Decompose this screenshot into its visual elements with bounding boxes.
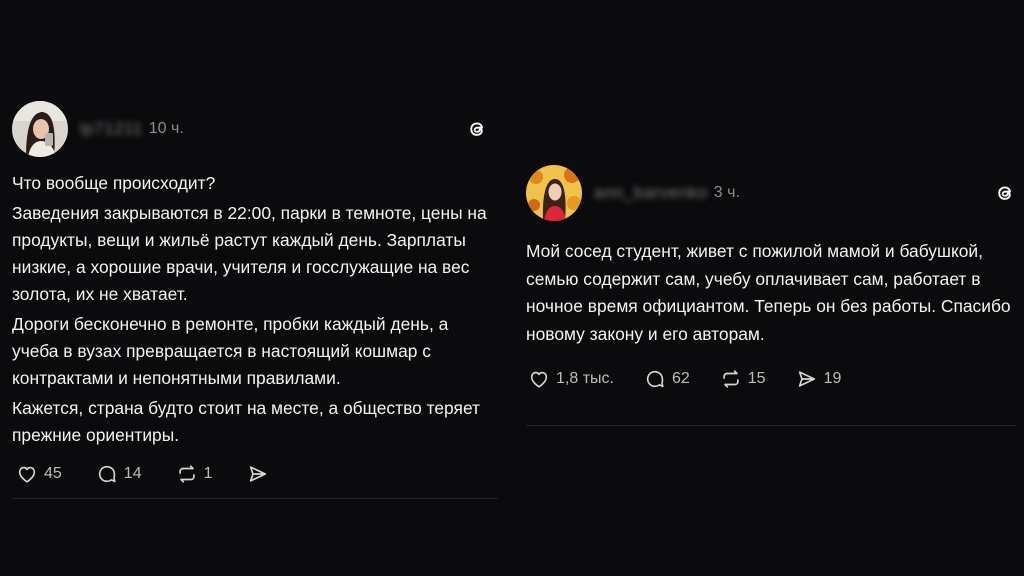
post-divider <box>12 498 498 499</box>
repost-icon <box>723 370 739 388</box>
post-paragraph: Дороги бесконечно в ремонте, пробки кажд… <box>12 314 449 388</box>
threads-logo-icon <box>470 122 484 136</box>
post-header: lp71211 10 ч. <box>12 100 498 158</box>
like-button[interactable]: 45 <box>16 463 62 485</box>
comment-button[interactable]: 14 <box>96 463 142 485</box>
post-actions: 45 14 1 <box>12 463 498 485</box>
post-card: lp71211 10 ч. Что вообще происходит? Зав… <box>12 100 498 485</box>
comment-count: 14 <box>123 465 142 482</box>
comment-icon <box>646 370 664 388</box>
share-button[interactable]: 19 <box>796 368 842 390</box>
post-divider <box>526 425 1016 426</box>
send-icon <box>249 466 266 482</box>
repost-icon <box>178 465 195 483</box>
post-paragraph: Кажется, страна будто стоит на месте, а … <box>12 398 481 445</box>
like-button[interactable]: 1,8 тыс. <box>528 368 614 390</box>
share-button[interactable] <box>247 463 269 485</box>
post-header: ann_barvenko 3 ч. <box>526 164 1016 222</box>
post-actions: 1,8 тыс. 62 15 19 <box>526 368 1016 390</box>
post-text: Что вообще происходит? Заведения закрыва… <box>12 170 498 449</box>
timestamp: 3 ч. <box>713 184 740 201</box>
like-count: 1,8 тыс. <box>556 370 614 387</box>
heart-icon <box>530 371 548 388</box>
username[interactable]: ann_barvenko <box>594 183 708 203</box>
comment-count: 62 <box>671 370 690 387</box>
comment-button[interactable]: 62 <box>644 368 690 390</box>
post-card: ann_barvenko 3 ч. Мой сосед студент, жив… <box>526 164 1016 390</box>
post-paragraph: Заведения закрываются в 22:00, парки в т… <box>12 203 487 304</box>
like-count: 45 <box>44 465 62 482</box>
post-paragraph: Мой сосед студент, живет с пожилой мамой… <box>526 241 1011 344</box>
avatar[interactable] <box>12 101 68 157</box>
heart-icon <box>18 466 36 483</box>
post-text: Мой сосед студент, живет с пожилой мамой… <box>526 238 1016 348</box>
timestamp: 10 ч. <box>148 120 184 137</box>
comment-icon <box>98 465 116 483</box>
threads-logo-icon <box>998 186 1012 200</box>
send-icon <box>798 371 815 387</box>
repost-count: 1 <box>203 465 213 482</box>
username[interactable]: lp71211 <box>80 119 143 139</box>
share-count: 19 <box>823 370 842 387</box>
repost-button[interactable]: 1 <box>176 463 213 485</box>
repost-count: 15 <box>747 370 766 387</box>
repost-button[interactable]: 15 <box>720 368 766 390</box>
avatar[interactable] <box>526 165 582 221</box>
post-paragraph: Что вообще происходит? <box>12 173 216 193</box>
